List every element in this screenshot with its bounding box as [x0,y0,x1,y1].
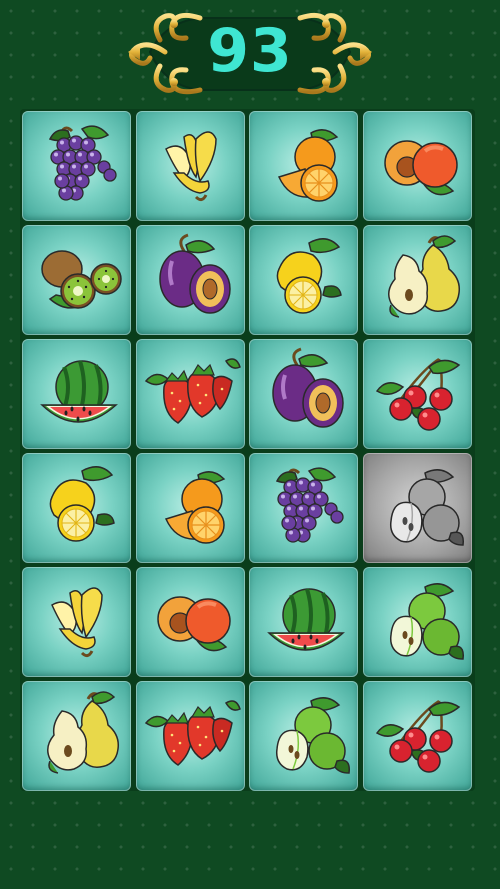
apple-icon [275,697,350,774]
tile-banana[interactable] [22,567,131,677]
grapes-icon [48,125,117,201]
pear-icon [387,235,460,318]
tile-watermelon[interactable] [22,339,131,449]
tile-cherry[interactable] [362,339,472,449]
orange-icon [277,129,339,202]
banana-icon [51,587,103,658]
watermelon-icon [267,588,345,651]
apple-icon [389,469,464,546]
tile-orange[interactable] [249,111,358,221]
strawberry-icon [144,700,241,766]
tile-kiwi[interactable] [22,225,131,335]
score-counter: 93 [207,16,293,86]
lemon-icon [276,238,342,314]
tile-watermelon[interactable] [249,567,358,677]
tile-lemon[interactable] [249,225,358,335]
pear-icon [47,691,120,774]
watermelon-icon [40,360,118,423]
peach-icon [156,596,231,652]
kiwi-icon [41,250,122,309]
apple-icon [389,583,464,660]
tile-orange[interactable] [135,453,245,563]
tile-pear[interactable] [22,681,131,791]
orange-icon [164,471,225,544]
tile-lemon[interactable] [22,453,131,563]
plum-icon [158,233,231,314]
tile-peach[interactable] [362,111,472,221]
strawberry-icon [144,358,241,424]
banana-icon [164,131,217,202]
tile-plum[interactable] [249,339,358,449]
plum-icon [272,347,344,428]
tile-plum[interactable] [135,225,245,335]
tile-apple[interactable] [362,453,472,563]
cherry-icon [375,699,460,773]
lemon-icon [49,466,115,542]
grapes-icon [275,467,344,543]
tile-strawberry[interactable] [135,681,245,791]
tile-peach[interactable] [135,567,245,677]
tile-apple[interactable] [249,681,358,791]
game-board [20,109,475,791]
tile-pear[interactable] [362,225,472,335]
tile-banana[interactable] [135,111,245,221]
tile-grapes[interactable] [249,453,358,563]
cherry-icon [375,357,460,431]
tile-strawberry[interactable] [135,339,245,449]
peach-icon [383,140,458,196]
header: 93 [0,0,500,100]
tile-cherry[interactable] [362,681,472,791]
tile-apple[interactable] [362,567,472,677]
tile-grapes[interactable] [22,111,131,221]
